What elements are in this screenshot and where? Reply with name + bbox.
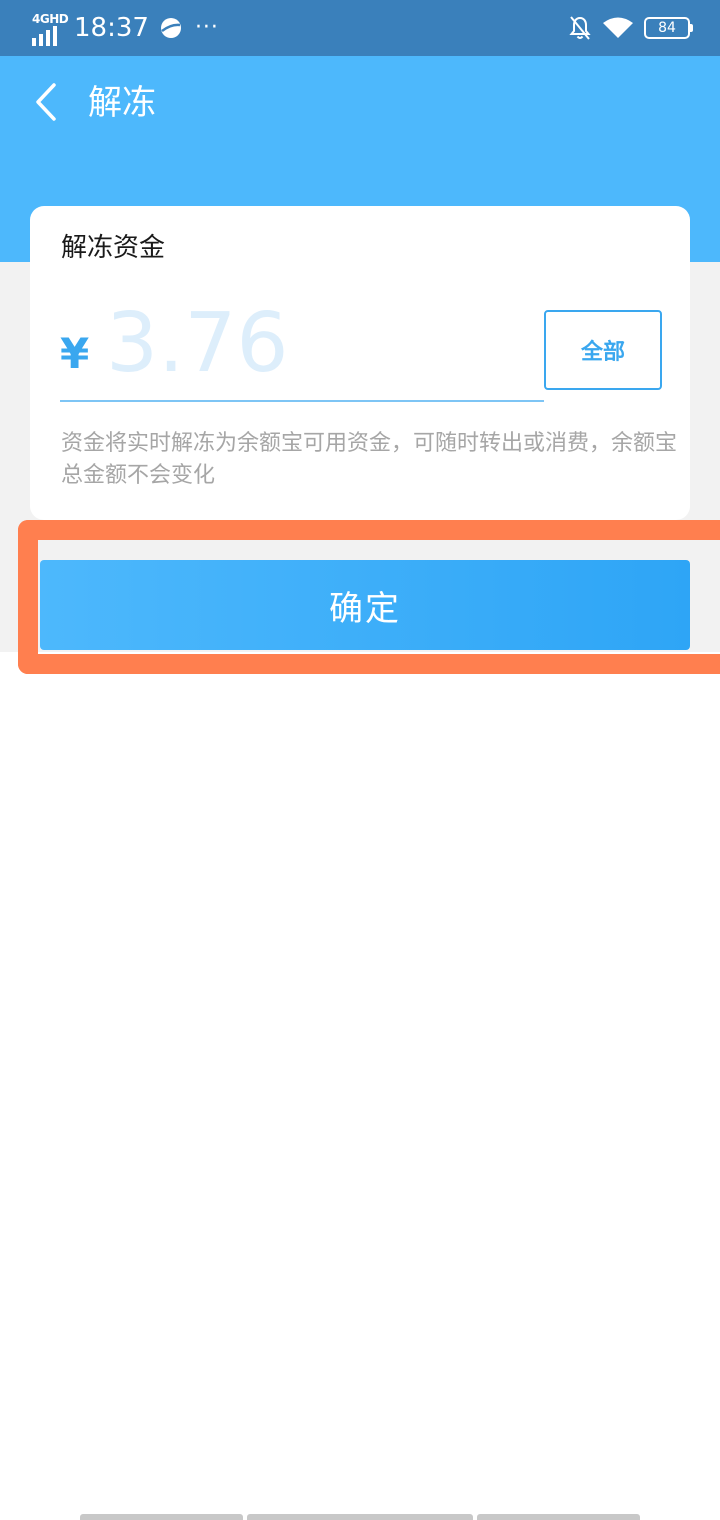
battery-icon: 84 [644,17,693,39]
nav-bar-hint [80,1514,243,1520]
amount-row: ¥ [60,290,544,402]
unfreeze-card: 解冻资金 ¥ 全部 资金将实时解冻为余额宝可用资金，可随时转出或消费，余额宝总金… [30,206,690,520]
network-type: 4GHD [32,12,69,26]
bell-off-icon [568,15,592,41]
amount-input[interactable] [106,298,536,388]
wifi-icon [602,16,634,40]
back-button[interactable] [24,78,68,126]
nav-bar-hint [247,1514,473,1520]
signal-icon: 4GHD [30,10,70,46]
more-notifications-indicator: ··· [194,15,219,40]
status-bar-right: 84 [568,8,693,48]
status-bar: 4GHD 18:37 ··· 84 [0,0,720,56]
browser-app-icon [159,16,183,40]
battery-level: 84 [658,20,676,36]
nav-bar-hint [477,1514,640,1520]
card-title: 解冻资金 [61,233,166,263]
page-title: 解冻 [88,83,156,123]
chevron-left-icon [36,83,56,121]
status-bar-left: 4GHD 18:37 ··· [30,8,219,48]
hint-text: 资金将实时解冻为余额宝可用资金，可随时转出或消费，余额宝总金额不会变化 [61,431,678,488]
currency-symbol: ¥ [60,329,90,378]
confirm-button[interactable]: 确定 [40,560,690,650]
status-time: 18:37 [74,13,149,43]
all-button[interactable]: 全部 [544,310,662,390]
